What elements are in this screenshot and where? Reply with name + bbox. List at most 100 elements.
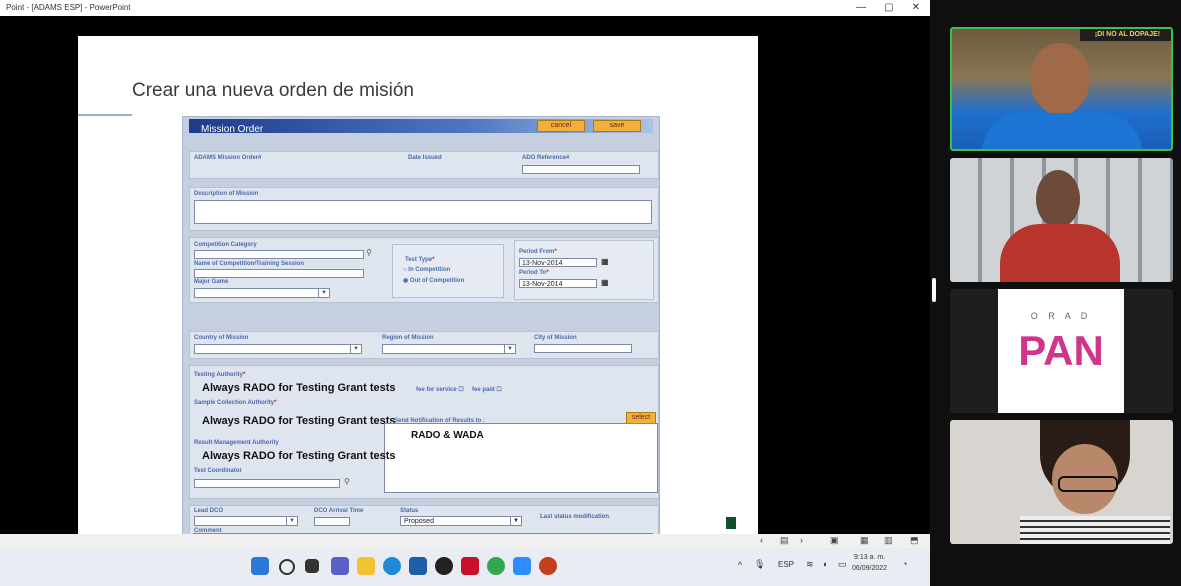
chevron-down-icon: ▼ <box>504 345 515 353</box>
search-icon[interactable]: ⚲ <box>344 477 350 486</box>
prev-slide-icon[interactable]: ‹ <box>760 535 763 545</box>
video-tile-participant-4[interactable] <box>950 420 1173 544</box>
edge-icon[interactable] <box>383 557 401 575</box>
major-game-select[interactable]: ▼ <box>194 288 330 298</box>
lead-dco-label: Lead DCO <box>194 508 224 514</box>
start-icon[interactable] <box>251 557 269 575</box>
reading-view-icon[interactable]: ▥ <box>884 535 893 546</box>
in-competition-option[interactable]: ○ In Competition <box>403 267 450 273</box>
next-slide-icon[interactable]: › <box>800 535 803 545</box>
video-tile-logo[interactable]: O R A D PAN <box>950 289 1173 413</box>
notification-recipients-box[interactable]: RADO & WADA <box>384 423 658 493</box>
period-to-text: Period To <box>519 270 547 276</box>
slide-sorter-icon[interactable]: ▤ <box>780 535 789 546</box>
chat-icon[interactable] <box>331 557 349 575</box>
calendar-icon[interactable]: ▦ <box>601 257 609 266</box>
wifi-icon[interactable]: ≋ <box>806 559 814 570</box>
in-competition-label: In Competition <box>408 267 451 273</box>
microphone-icon[interactable]: 🎙 <box>754 559 765 570</box>
country-select[interactable]: ▼ <box>194 344 362 354</box>
mission-order-form: Mission Order cancel save ADAMS Mission … <box>182 116 660 547</box>
mcafee-icon[interactable] <box>461 557 479 575</box>
region-select[interactable]: ▼ <box>382 344 516 354</box>
normal-view-icon[interactable]: ▣ <box>830 535 839 546</box>
test-type-box: Test Type* ○ In Competition ◉ Out of Com… <box>392 244 504 298</box>
out-of-competition-option[interactable]: ◉ Out of Competition <box>403 277 464 284</box>
period-box: Period From* 13-Nov-2014 ▦ Period To* 13… <box>514 240 654 300</box>
title-bar: Point - [ADAMS ESP] - PowerPoint — ▢ ✕ <box>0 0 930 16</box>
test-coordinator-input[interactable] <box>194 479 340 488</box>
period-from-input[interactable]: 13-Nov-2014 <box>519 258 597 267</box>
lead-dco-select[interactable]: ▼ <box>194 516 298 526</box>
dell-icon[interactable] <box>435 557 453 575</box>
sample-collection-label: Sample Collection Authority* <box>194 400 276 406</box>
slide-title: Crear una nueva orden de misión <box>132 80 415 101</box>
testing-authority-text: Testing Authority <box>194 372 243 378</box>
status-select[interactable]: Proposed ▼ <box>400 516 522 526</box>
ado-reference-input[interactable] <box>522 165 640 174</box>
dco-arrival-input[interactable] <box>314 517 350 526</box>
orad-pan-logo: O R A D PAN <box>998 289 1124 413</box>
name-of-competition-input[interactable] <box>194 269 364 278</box>
participant-shirt <box>1000 224 1120 282</box>
required-star: * <box>432 257 435 263</box>
store-icon[interactable] <box>409 557 427 575</box>
competition-category-label: Competition Category <box>194 242 257 248</box>
sample-collection-text: Sample Collection Authority <box>194 400 275 406</box>
fee-for-service-checkbox[interactable]: fee for service ☐ <box>416 386 464 393</box>
notification-value: RADO & WADA <box>411 430 484 441</box>
date-issued-label: Date Issued <box>408 155 442 161</box>
status-label: Status <box>400 508 419 514</box>
minimize-button[interactable]: — <box>856 0 866 16</box>
battery-icon[interactable]: ▭ <box>838 559 847 570</box>
chevron-up-icon[interactable]: ^ <box>738 560 742 570</box>
test-coordinator-label: Test Coordinator <box>194 468 242 474</box>
glasses <box>1058 476 1118 492</box>
zoom-icon[interactable] <box>513 557 531 575</box>
slideshow-icon[interactable]: ⬒ <box>910 535 919 546</box>
task-view-icon[interactable] <box>305 559 319 573</box>
clock-time[interactable]: 9:13 a. m. <box>854 554 885 561</box>
fee-paid-checkbox[interactable]: fee paid ☐ <box>472 386 502 393</box>
sample-collection-value: Always RADO for Testing Grant tests <box>202 415 396 427</box>
slide-area: Crear una nueva orden de misión Mission … <box>0 16 930 548</box>
clock-date[interactable]: 06/09/2022 <box>852 565 887 572</box>
notifications-icon[interactable]: ◔ <box>902 559 907 569</box>
cancel-button[interactable]: cancel <box>537 120 585 132</box>
chevron-down-icon: ▼ <box>318 289 329 297</box>
chrome-icon[interactable] <box>487 557 505 575</box>
order-ids-section: ADAMS Mission Order# Date Issued ADO Ref… <box>189 151 659 179</box>
city-input[interactable] <box>534 344 632 353</box>
participant-head <box>1036 170 1080 228</box>
panel-resize-handle[interactable] <box>932 278 936 302</box>
grid-view-icon[interactable]: ▦ <box>860 535 869 546</box>
language-indicator[interactable]: ESP <box>778 560 794 569</box>
powerpoint-window: Point - [ADAMS ESP] - PowerPoint — ▢ ✕ C… <box>0 0 930 586</box>
period-to-input[interactable]: 13-Nov-2014 <box>519 279 597 288</box>
search-icon[interactable] <box>279 559 295 575</box>
video-tile-speaker[interactable]: ¡DI NO AL DOPAJE! <box>950 27 1173 151</box>
volume-icon[interactable]: ◖ <box>822 559 827 569</box>
close-button[interactable]: ✕ <box>912 0 920 16</box>
region-label: Region of Mission <box>382 335 434 341</box>
video-tile-participant-2[interactable] <box>950 158 1173 282</box>
search-icon[interactable]: ⚲ <box>366 248 372 257</box>
participant-shirt <box>982 113 1142 149</box>
result-management-label: Result Management Authority <box>194 440 279 446</box>
description-textarea[interactable] <box>194 200 652 224</box>
competition-section: Competition Category ⚲ Name of Competiti… <box>189 237 659 303</box>
file-explorer-icon[interactable] <box>357 557 375 575</box>
save-button[interactable]: save <box>593 120 641 132</box>
testing-authority-label: Testing Authority* <box>194 372 245 378</box>
logo-top-text: O R A D <box>1030 311 1092 321</box>
competition-category-input[interactable] <box>194 250 364 259</box>
last-status-label: Last status modification <box>540 514 610 520</box>
powerpoint-icon[interactable] <box>539 557 557 575</box>
chevron-down-icon: ▼ <box>286 517 297 525</box>
status-value: Proposed <box>404 518 434 525</box>
adams-order-label: ADAMS Mission Order# <box>194 155 262 161</box>
slide: Crear una nueva orden de misión Mission … <box>78 36 758 548</box>
maximize-button[interactable]: ▢ <box>884 0 893 16</box>
fee-paid-label: fee paid <box>472 387 495 393</box>
calendar-icon[interactable]: ▦ <box>601 278 609 287</box>
